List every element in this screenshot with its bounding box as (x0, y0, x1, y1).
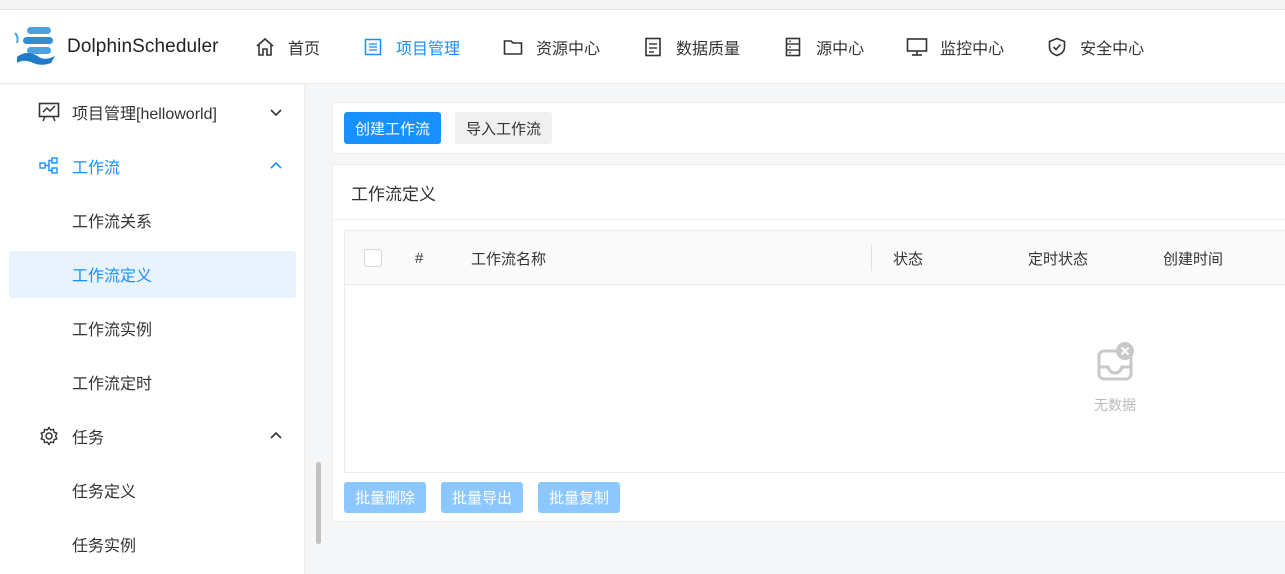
database-icon (782, 36, 804, 58)
nav-label: 数据质量 (676, 40, 741, 58)
sidebar-item-task-instance[interactable]: 任务实例 (0, 517, 304, 571)
sidebar-item-label: 任务定义 (72, 484, 137, 501)
monitor-icon (906, 36, 928, 58)
sidebar-group-label: 工作流 (72, 160, 121, 177)
sidebar-group-label: 项目管理[helloworld] (72, 106, 217, 123)
sidebar-item-workflow-definition[interactable]: 工作流定义 (9, 250, 296, 298)
sidebar-group-label: 任务 (72, 430, 105, 447)
column-header-create-time: 创建时间 (1163, 250, 1224, 268)
gear-icon (38, 425, 60, 447)
card-title: 工作流定义 (333, 165, 1285, 220)
nav-item-security[interactable]: 安全中心 (1046, 27, 1144, 67)
sidebar-scrollbar[interactable] (316, 462, 321, 544)
nav-label: 资源中心 (536, 40, 601, 58)
document-icon (642, 36, 664, 58)
column-header-schedule-status: 定时状态 (1028, 250, 1089, 268)
sidebar-group-project[interactable]: 项目管理[helloworld] (0, 85, 304, 139)
shield-icon (1046, 36, 1068, 58)
sidebar-item-wrap: 工作流定义 (0, 247, 304, 301)
column-header-status: 状态 (893, 250, 924, 268)
nav-item-monitor[interactable]: 监控中心 (906, 27, 1004, 67)
select-all-cell (364, 231, 382, 285)
sidebar-item-label: 工作流定义 (72, 268, 153, 285)
nav-label: 首页 (288, 40, 321, 58)
nav-item-datasource[interactable]: 源中心 (782, 27, 864, 67)
column-header-index: # (415, 249, 424, 267)
workflow-table: # 工作流名称 状态 定时状态 创建时间 无数据 (344, 230, 1285, 473)
sidebar-item-label: 工作流实例 (72, 322, 153, 339)
toolbar-card: 创建工作流 导入工作流 (332, 102, 1285, 154)
project-icon (362, 36, 384, 58)
top-header: DolphinScheduler 首页 项目管理 资源中心 数据质量 源中心 监… (0, 10, 1285, 84)
chevron-up-icon (268, 158, 284, 174)
sidebar-item-task-definition[interactable]: 任务定义 (0, 463, 304, 517)
sidebar-item-label: 工作流定时 (72, 376, 153, 393)
browser-top-strip (0, 0, 1285, 10)
nav-label: 项目管理 (396, 40, 461, 58)
batch-copy-button[interactable]: 批量复制 (538, 482, 621, 513)
nav-item-data-quality[interactable]: 数据质量 (642, 27, 740, 67)
batch-delete-button[interactable]: 批量删除 (344, 482, 427, 513)
sidebar: 项目管理[helloworld] 工作流 工作流关系 工作流定义 工作流实例 工… (0, 85, 305, 574)
chevron-down-icon (268, 104, 284, 120)
nav-label: 源中心 (816, 40, 865, 58)
main-nav: 首页 项目管理 资源中心 数据质量 源中心 监控中心 安全中心 (254, 27, 1186, 67)
sidebar-item-workflow-relation[interactable]: 工作流关系 (0, 193, 304, 247)
chevron-up-icon (268, 428, 284, 444)
select-all-checkbox[interactable] (364, 249, 382, 267)
presentation-chart-icon (38, 101, 60, 123)
logo[interactable]: DolphinScheduler (13, 23, 243, 71)
logo-text: DolphinScheduler (67, 35, 219, 57)
table-header: # 工作流名称 状态 定时状态 创建时间 (345, 231, 1285, 285)
dolphin-logo-icon (13, 23, 63, 71)
sidebar-group-workflow[interactable]: 工作流 (0, 139, 304, 193)
empty-text: 无数据 (1094, 397, 1136, 413)
column-resize-divider[interactable] (871, 245, 872, 271)
nav-item-project[interactable]: 项目管理 (362, 27, 460, 67)
import-workflow-button[interactable]: 导入工作流 (455, 112, 553, 144)
batch-actions: 批量删除 批量导出 批量复制 (344, 482, 635, 513)
sidebar-item-label: 工作流关系 (72, 214, 153, 231)
nav-item-resource[interactable]: 资源中心 (502, 27, 600, 67)
workflow-icon (38, 155, 60, 177)
sidebar-item-workflow-instance[interactable]: 工作流实例 (0, 301, 304, 355)
create-workflow-button[interactable]: 创建工作流 (344, 112, 442, 144)
home-icon (254, 36, 276, 58)
nav-label: 监控中心 (940, 40, 1005, 58)
nav-label: 安全中心 (1080, 40, 1145, 58)
sidebar-group-task[interactable]: 任务 (0, 409, 304, 463)
column-header-name: 工作流名称 (471, 250, 547, 268)
sidebar-item-workflow-timing[interactable]: 工作流定时 (0, 355, 304, 409)
empty-inbox-icon (1093, 341, 1137, 389)
empty-state: 无数据 (1075, 341, 1155, 415)
batch-export-button[interactable]: 批量导出 (441, 482, 524, 513)
nav-item-home[interactable]: 首页 (254, 27, 320, 67)
workflow-definition-card: 工作流定义 # 工作流名称 状态 定时状态 创建时间 无数据 批量删除 批量导出… (332, 164, 1285, 522)
sidebar-item-label: 任务实例 (72, 538, 137, 555)
folder-icon (502, 36, 524, 58)
